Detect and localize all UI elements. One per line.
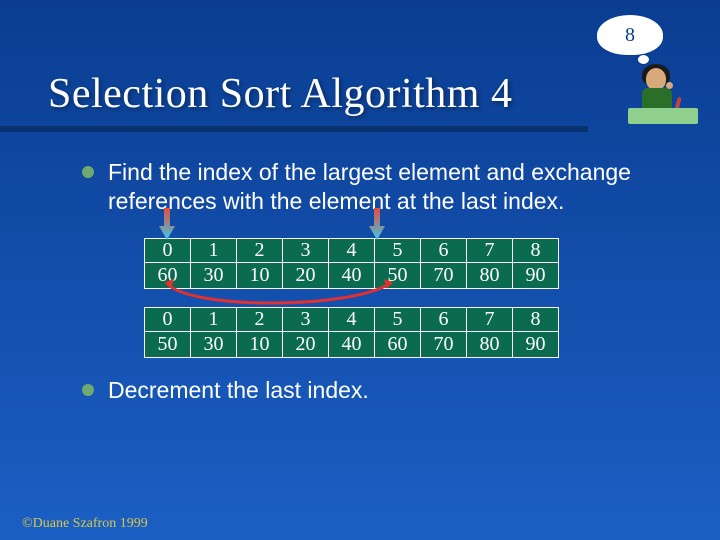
table-row: 60 30 10 20 40 50 70 80 90 <box>145 262 559 288</box>
index-cell: 4 <box>329 307 375 331</box>
thinking-person-illustration <box>628 64 698 124</box>
value-cell: 90 <box>513 331 559 357</box>
slide-title: Selection Sort Algorithm 4 <box>48 70 512 118</box>
slide-number-bubble: 8 <box>596 14 664 56</box>
value-cell: 90 <box>513 262 559 288</box>
table-row: 0 1 2 3 4 5 6 7 8 <box>145 307 559 331</box>
value-cell: 60 <box>375 331 421 357</box>
bullet-dot-icon <box>82 384 94 396</box>
index-cell: 0 <box>145 238 191 262</box>
value-cell: 20 <box>283 262 329 288</box>
title-underline <box>0 126 588 132</box>
index-cell: 7 <box>467 307 513 331</box>
index-cell: 5 <box>375 307 421 331</box>
value-cell: 30 <box>191 262 237 288</box>
copyright-footer: ©Duane Szafron 1999 <box>22 516 148 532</box>
index-cell: 6 <box>421 238 467 262</box>
index-cell: 1 <box>191 238 237 262</box>
value-cell: 20 <box>283 331 329 357</box>
index-cell: 6 <box>421 307 467 331</box>
value-cell: 80 <box>467 331 513 357</box>
array-tables: 0 1 2 3 4 5 6 7 8 60 30 10 20 40 50 70 8… <box>144 238 662 358</box>
slide-content: Find the index of the largest element an… <box>82 158 662 412</box>
value-cell: 50 <box>145 331 191 357</box>
bullet-text: Decrement the last index. <box>108 376 369 405</box>
value-cell: 70 <box>421 262 467 288</box>
index-cell: 5 <box>375 238 421 262</box>
array-table-after: 0 1 2 3 4 5 6 7 8 50 30 10 20 40 60 70 8… <box>144 307 559 358</box>
index-cell: 7 <box>467 238 513 262</box>
bullet-item: Decrement the last index. <box>82 376 662 405</box>
slide-number: 8 <box>625 24 635 47</box>
index-cell: 3 <box>283 307 329 331</box>
array-table-before: 0 1 2 3 4 5 6 7 8 60 30 10 20 40 50 70 8… <box>144 238 559 289</box>
index-cell: 8 <box>513 238 559 262</box>
index-cell: 1 <box>191 307 237 331</box>
value-cell: 80 <box>467 262 513 288</box>
index-cell: 2 <box>237 238 283 262</box>
value-cell: 10 <box>237 331 283 357</box>
index-cell: 0 <box>145 307 191 331</box>
value-cell: 40 <box>329 262 375 288</box>
down-arrow-icon <box>159 208 175 240</box>
value-cell: 10 <box>237 262 283 288</box>
index-cell: 3 <box>283 238 329 262</box>
value-cell: 60 <box>145 262 191 288</box>
value-cell: 30 <box>191 331 237 357</box>
bullet-text: Find the index of the largest element an… <box>108 158 662 216</box>
index-cell: 2 <box>237 307 283 331</box>
bullet-dot-icon <box>82 166 94 178</box>
value-cell: 40 <box>329 331 375 357</box>
index-cell: 8 <box>513 307 559 331</box>
value-cell: 70 <box>421 331 467 357</box>
index-cell: 4 <box>329 238 375 262</box>
down-arrow-icon <box>369 208 385 240</box>
table-row: 0 1 2 3 4 5 6 7 8 <box>145 238 559 262</box>
table-row: 50 30 10 20 40 60 70 80 90 <box>145 331 559 357</box>
value-cell: 50 <box>375 262 421 288</box>
